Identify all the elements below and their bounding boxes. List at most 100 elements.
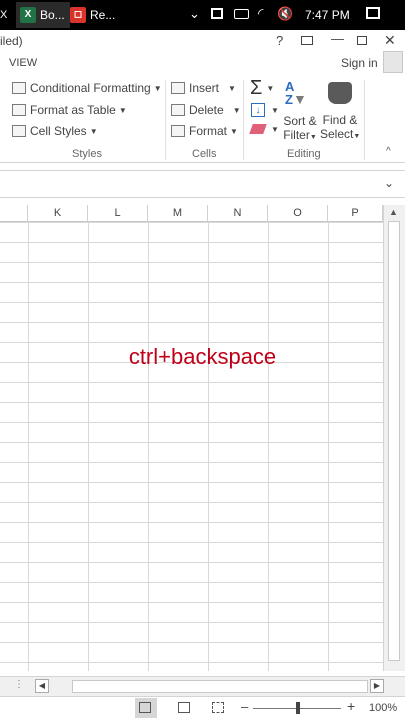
delete-label: Delete xyxy=(189,103,224,117)
close-icon[interactable]: ✕ xyxy=(384,32,396,49)
find-select-button[interactable]: Find & Select▼ xyxy=(320,80,360,144)
notification-icon[interactable] xyxy=(366,7,380,19)
fill-button[interactable]: ↓ ▼ xyxy=(251,103,279,117)
tab-view[interactable]: VIEW xyxy=(9,57,37,69)
delete-cells-icon xyxy=(171,104,185,116)
sort-filter-icon: A Z▼ xyxy=(285,79,307,107)
dropdown-arrow-icon: ▼ xyxy=(271,124,279,134)
ribbon-tabs: VIEW Sign in xyxy=(0,51,405,74)
taskbar-app-recorder[interactable]: ◻ Re... xyxy=(68,2,118,28)
sort-filter-label-2: Filter xyxy=(283,128,310,142)
battery-icon[interactable] xyxy=(234,9,249,19)
ribbon-home: Conditional Formatting ▼ Format as Table… xyxy=(0,74,405,163)
scroll-left-icon[interactable]: ◀ xyxy=(35,679,49,693)
binoculars-icon xyxy=(328,82,352,104)
find-select-label-2: Select xyxy=(320,127,354,141)
chevron-up-icon[interactable]: ⌄ xyxy=(189,6,200,22)
vertical-scrollbar[interactable]: ▲ xyxy=(383,205,405,671)
excel-icon: X xyxy=(20,7,36,23)
column-header-l[interactable]: L xyxy=(88,205,148,222)
dropdown-arrow-icon: ▼ xyxy=(153,83,162,93)
minimize-icon[interactable]: — xyxy=(331,31,344,46)
normal-view-icon[interactable] xyxy=(135,698,157,718)
format-cells-icon xyxy=(171,125,185,137)
format-label: Format xyxy=(189,124,228,138)
taskbar-app-label: Bo... xyxy=(40,8,65,22)
cell-styles-label: Cell Styles xyxy=(30,124,87,138)
dropdown-arrow-icon: ▼ xyxy=(230,126,238,136)
format-as-table-button[interactable]: Format as Table ▼ xyxy=(12,103,127,117)
scroll-right-icon[interactable]: ▶ xyxy=(370,679,384,693)
insert-cells-icon xyxy=(171,82,185,94)
sort-filter-button[interactable]: A Z▼ Sort & Filter▼ xyxy=(282,80,318,144)
zoom-out-button[interactable]: – xyxy=(241,699,248,714)
dropdown-arrow-icon: ▼ xyxy=(309,134,317,141)
taskbar-app-label: X xyxy=(0,9,8,21)
sign-in-link[interactable]: Sign in xyxy=(341,56,378,70)
sheet-tab-options-icon[interactable]: ⋮ xyxy=(14,679,24,690)
dropdown-arrow-icon: ▼ xyxy=(266,84,275,93)
group-separator xyxy=(364,80,365,160)
expand-formula-bar-icon[interactable]: ⌄ xyxy=(384,176,394,190)
vertical-scroll-thumb[interactable] xyxy=(388,221,400,661)
column-header-o[interactable]: O xyxy=(268,205,328,222)
fill-down-icon: ↓ xyxy=(251,103,265,117)
avatar[interactable] xyxy=(383,51,403,73)
editing-group-label: Editing xyxy=(287,148,321,160)
window-title: iled) xyxy=(0,34,23,48)
worksheet-grid[interactable]: K L M N O P xyxy=(0,205,383,671)
volume-muted-icon[interactable]: 🔇 xyxy=(277,6,293,22)
horizontal-scrollbar[interactable]: ⋮ ◀ ▶ xyxy=(0,676,405,697)
keyboard-shortcut-caption: ctrl+backspace xyxy=(128,344,277,369)
taskbar-app-excel[interactable]: X Bo... xyxy=(16,2,70,28)
recorder-icon: ◻ xyxy=(70,7,86,23)
page-break-preview-icon[interactable] xyxy=(212,702,224,713)
column-header-p[interactable]: P xyxy=(328,205,383,222)
zoom-in-button[interactable]: + xyxy=(347,698,355,714)
scroll-up-icon[interactable]: ▲ xyxy=(389,207,398,217)
cell-styles-button[interactable]: Cell Styles ▼ xyxy=(12,124,98,138)
dropdown-arrow-icon: ▼ xyxy=(89,126,98,136)
format-as-table-icon xyxy=(12,104,26,116)
zoom-slider-thumb[interactable] xyxy=(296,702,300,714)
formula-bar[interactable]: ⌄ xyxy=(0,170,405,198)
taskbar-app-label: Re... xyxy=(90,8,116,22)
ribbon-display-options-icon[interactable] xyxy=(301,36,313,45)
display-icon[interactable] xyxy=(211,8,223,19)
zoom-level[interactable]: 100% xyxy=(369,702,397,714)
dropdown-arrow-icon: ▼ xyxy=(118,105,127,115)
horizontal-scroll-thumb[interactable] xyxy=(72,680,368,693)
status-bar: – + 100% xyxy=(0,696,405,721)
delete-button[interactable]: Delete ▼ xyxy=(171,103,241,117)
format-button[interactable]: Format ▼ xyxy=(171,124,238,138)
clear-button[interactable]: ▼ xyxy=(249,124,279,134)
cell-area[interactable] xyxy=(0,222,383,671)
title-bar: iled) ? — ✕ xyxy=(0,30,405,54)
taskbar: X X Bo... ◻ Re... ⌄ ◜ 🔇 7:47 PM xyxy=(0,0,405,30)
taskbar-app-0[interactable]: X xyxy=(0,2,7,28)
taskbar-clock[interactable]: 7:47 PM xyxy=(305,8,350,22)
dropdown-arrow-icon: ▼ xyxy=(232,105,241,115)
help-icon[interactable]: ? xyxy=(276,33,283,48)
sigma-icon: Σ xyxy=(250,77,263,99)
conditional-formatting-button[interactable]: Conditional Formatting ▼ xyxy=(12,81,162,95)
page-layout-view-icon[interactable] xyxy=(178,702,190,713)
restore-icon[interactable] xyxy=(357,36,367,45)
insert-label: Insert xyxy=(189,81,220,95)
column-header-spacer xyxy=(0,205,28,222)
group-separator xyxy=(165,80,166,160)
dropdown-arrow-icon: ▼ xyxy=(228,83,236,93)
sort-filter-label: Sort & xyxy=(283,114,317,128)
column-header-n[interactable]: N xyxy=(208,205,268,222)
insert-button[interactable]: Insert ▼ xyxy=(171,81,236,95)
find-select-label: Find & xyxy=(322,113,358,127)
wifi-icon[interactable]: ◜ xyxy=(258,5,263,22)
dropdown-arrow-icon: ▼ xyxy=(353,133,361,140)
autosum-button[interactable]: Σ ▼ xyxy=(250,77,274,100)
cells-group-label: Cells xyxy=(192,148,217,160)
collapse-ribbon-icon[interactable]: ^ xyxy=(386,146,391,157)
column-header-m[interactable]: M xyxy=(148,205,208,222)
format-as-table-label: Format as Table xyxy=(30,103,116,117)
column-header-k[interactable]: K xyxy=(28,205,88,222)
eraser-icon xyxy=(249,124,267,134)
